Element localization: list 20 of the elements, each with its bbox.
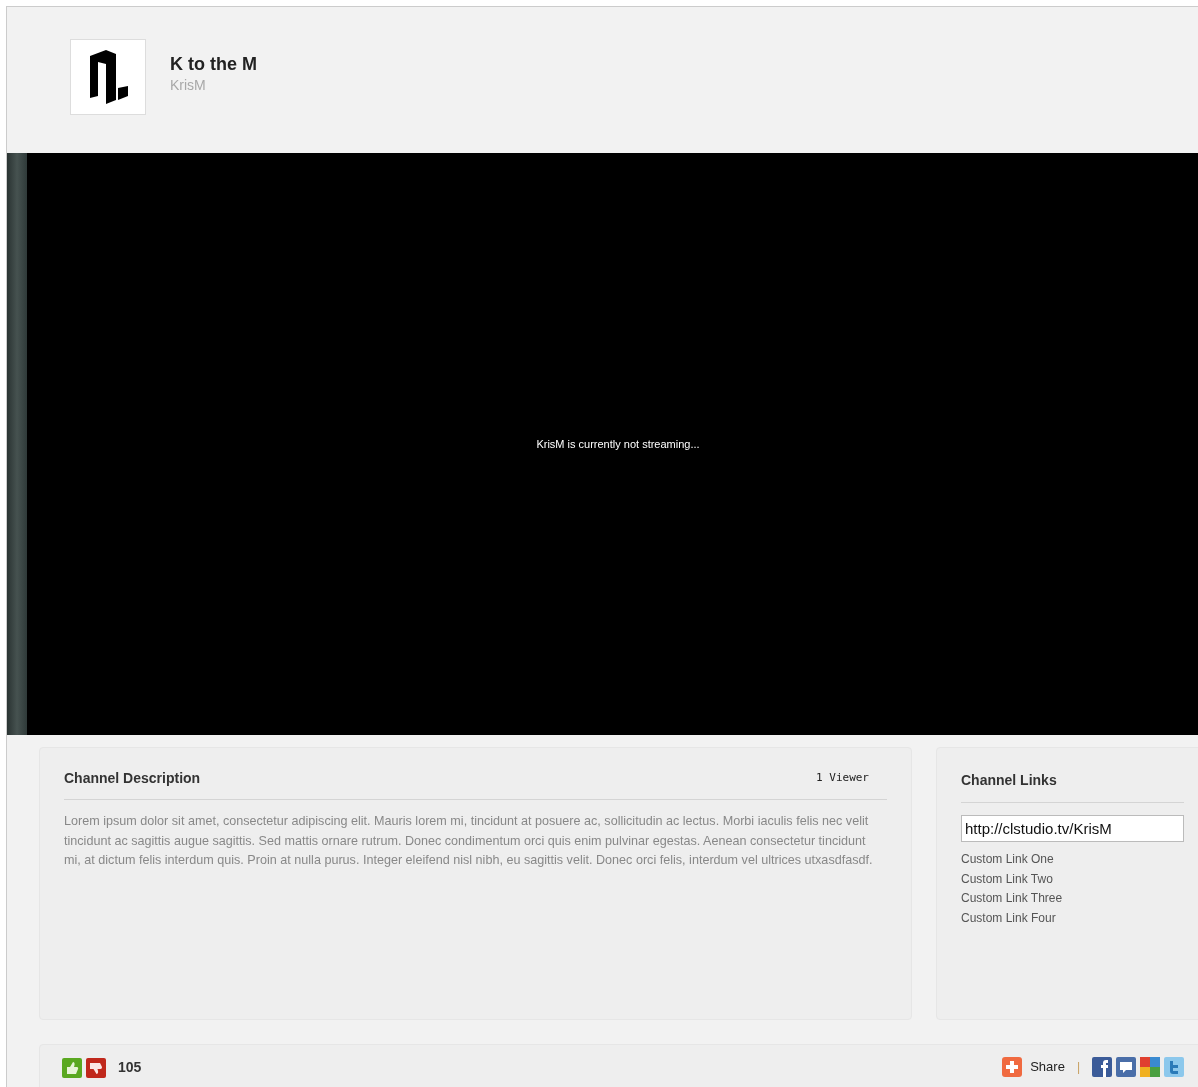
thumbs-down-icon[interactable] [86, 1057, 106, 1078]
plus-icon[interactable] [1002, 1057, 1023, 1077]
colored-squares-icon[interactable] [1140, 1057, 1160, 1077]
separator: | [1076, 1059, 1080, 1076]
share-link[interactable]: Share [1030, 1057, 1065, 1077]
custom-link[interactable]: Custom Link One [961, 850, 1054, 870]
panel-heading: Channel Description [64, 769, 201, 788]
chat-icon[interactable] [1116, 1057, 1136, 1077]
custom-link[interactable]: Custom Link Four [961, 908, 1056, 928]
channel-title: K to the M [170, 55, 257, 75]
stream-status-message: KrisM is currently not streaming... [536, 436, 700, 452]
channel-url-field[interactable]: http://clstudio.tv/KrisM [961, 815, 1184, 842]
custom-link[interactable]: Custom Link Three [961, 889, 1063, 909]
thumbs-up-icon[interactable] [62, 1057, 82, 1078]
viewer-count: 1 Viewer [816, 770, 869, 787]
channel-username: KrisM [170, 75, 207, 95]
custom-link[interactable]: Custom Link Two [961, 869, 1053, 889]
channel-description: Lorem ipsum dolor sit amet, consectetur adipiscing elit. Mauris lorem mi, tincidunt at posuere ac, sollicitudin ac lectus. Morbi iaculis felis nec velit tincidunt ac sagittis augue sagittis. Sed mattis ornare rutrum. Donec condimentum orci quis enim pulvinar egestas. Aenean consectetur tincidunt mi, at dictum felis interdum quis. Proin at nulla purus. Integer eleifend nisl nibh, eu sagittis velit. Donec orci felis, interdum vel ultrices utxasdfasdf. [64, 813, 874, 869]
vote-score: 105 [118, 1058, 142, 1077]
panel-heading: Channel Links [961, 772, 1057, 788]
